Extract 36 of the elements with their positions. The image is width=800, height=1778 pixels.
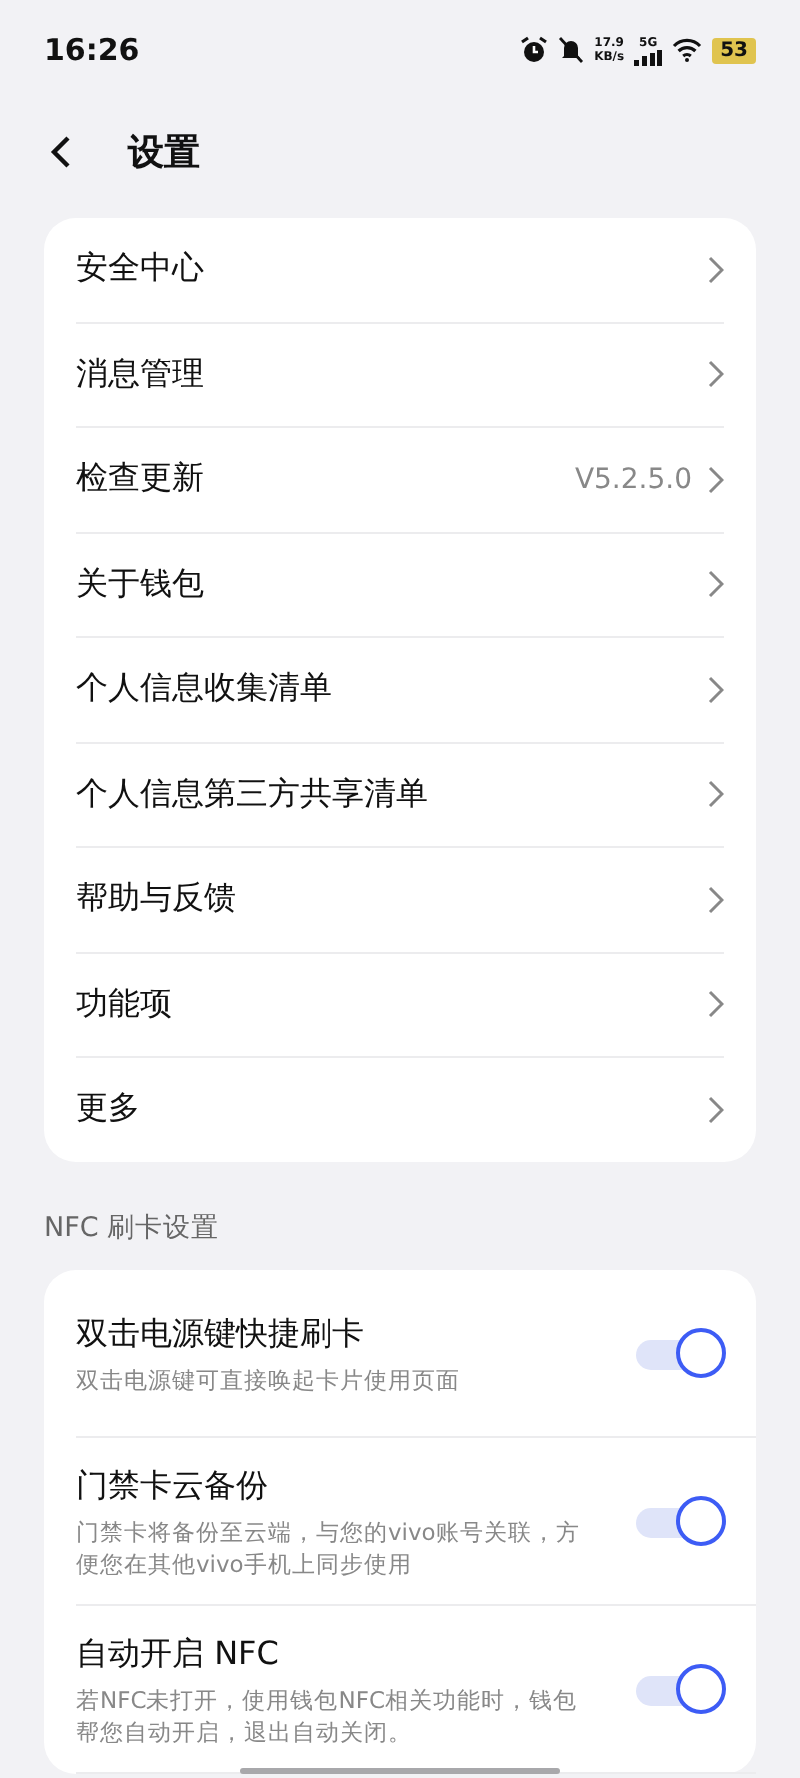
setting-label: 自动开启 NFC (76, 1633, 281, 1675)
menu-item[interactable]: 帮助与反馈 (76, 848, 724, 953)
chevron-right-icon (708, 990, 724, 1019)
chevron-right-icon (708, 255, 724, 284)
chevron-right-icon (708, 360, 724, 389)
setting-description: 双击电源键可直接唤起卡片使用页面 (76, 1363, 462, 1395)
chevron-right-icon (708, 465, 724, 494)
setting-label: 门禁卡云备份 (76, 1465, 270, 1507)
toggle-switch[interactable] (636, 1328, 724, 1380)
chevron-right-icon (708, 570, 724, 599)
version-value: V5.2.5.0 (574, 463, 692, 496)
section-title: NFC 刷卡设置 (44, 1209, 222, 1247)
page-title: 设置 (128, 130, 200, 176)
muted-bell-icon (558, 36, 585, 64)
alarm-clock-icon (520, 36, 549, 64)
menu-item[interactable]: 更多 (76, 1058, 724, 1161)
battery-level: 53 (712, 37, 756, 63)
chevron-right-icon (708, 675, 724, 704)
menu-item[interactable]: 消息管理 (76, 323, 724, 428)
toggle-switch[interactable] (636, 1496, 724, 1548)
menu-item[interactable]: 功能项 (76, 953, 724, 1058)
toggle-switch[interactable] (636, 1664, 724, 1716)
menu-item[interactable]: 个人信息第三方共享清单 (76, 743, 724, 848)
signal-icon (634, 49, 663, 65)
menu-item[interactable]: 关于钱包 (76, 533, 724, 638)
clock-time: 16:26 (44, 32, 140, 68)
wifi-icon (672, 38, 703, 62)
chevron-right-icon (708, 780, 724, 809)
chevron-right-icon (708, 1095, 724, 1124)
setting-label: 双击电源键快捷刷卡 (76, 1313, 366, 1355)
chevron-right-icon (708, 885, 724, 914)
setting-description: 门禁卡将备份至云端，与您的vivo账号关联，方便您在其他vivo手机上同步使用 (76, 1515, 582, 1579)
setting-description: 若NFC未打开，使用钱包NFC相关功能时，钱包帮您自动开启，退出自动关闭。 (76, 1683, 579, 1747)
menu-item[interactable]: 个人信息收集清单 (76, 638, 724, 743)
menu-item[interactable]: 检查更新 V5.2.5.0 (76, 428, 724, 533)
menu-item[interactable]: 安全中心 (76, 218, 724, 323)
